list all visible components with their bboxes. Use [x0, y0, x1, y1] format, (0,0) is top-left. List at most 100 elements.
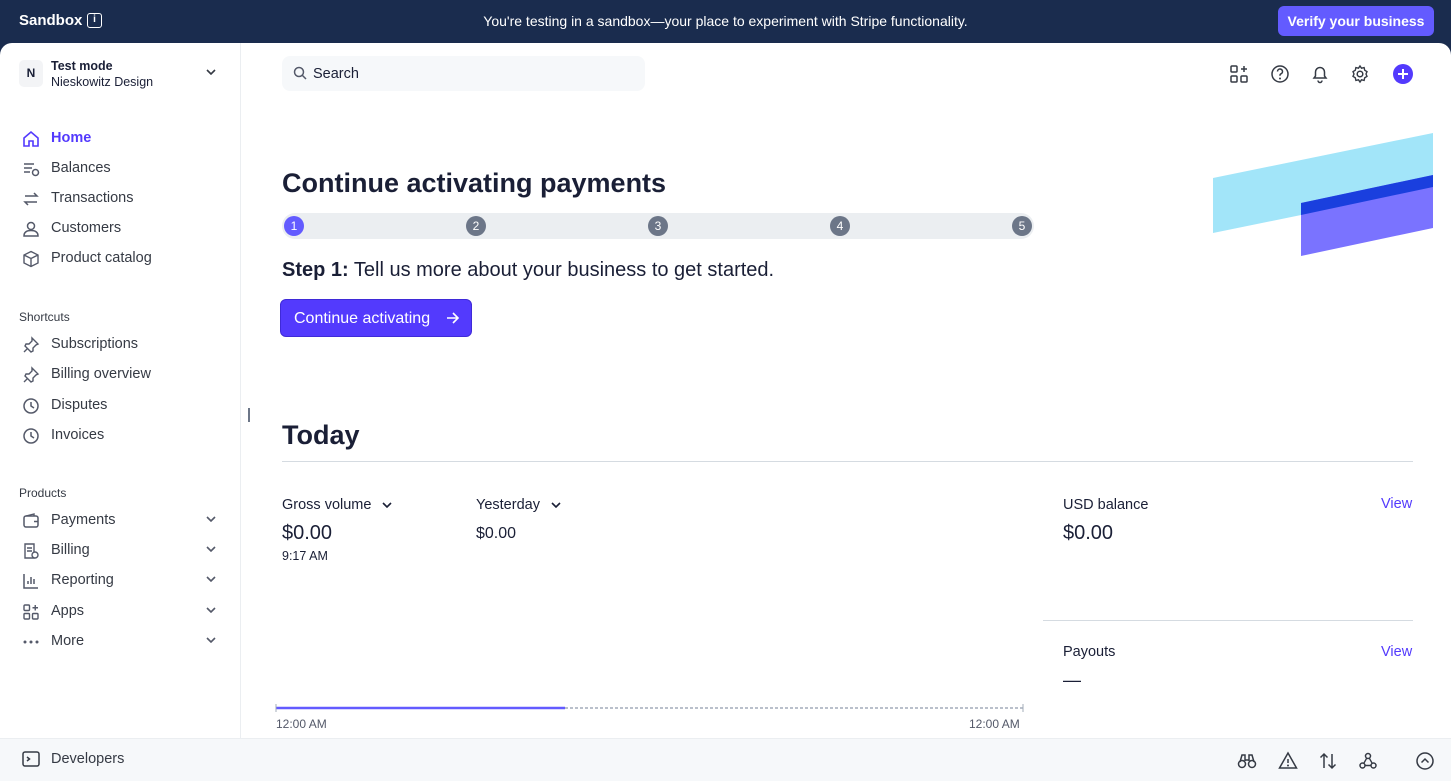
gear-icon[interactable]	[1350, 64, 1370, 84]
search-bar[interactable]	[282, 56, 645, 91]
apps-grid-icon[interactable]	[1229, 64, 1249, 84]
gross-volume-time: 9:17 AM	[282, 549, 328, 563]
clock-icon	[23, 398, 39, 414]
step-1: 1	[284, 216, 304, 236]
chevron-down-icon	[206, 607, 216, 613]
balances-icon	[24, 163, 40, 177]
activation-stepper: 1 2 3 4 5	[282, 213, 1034, 239]
sidebar-item-label: Payments	[51, 512, 116, 528]
chevron-down-icon	[206, 637, 216, 643]
sidebar-item-transactions[interactable]: Transactions	[19, 186, 224, 212]
divider	[1043, 620, 1413, 621]
sidebar-item-label: Product catalog	[51, 250, 152, 266]
verify-business-button[interactable]: Verify your business	[1278, 6, 1434, 36]
search-input[interactable]	[313, 56, 633, 91]
sidebar-item-label: Billing overview	[51, 366, 151, 382]
sandbox-message: You're testing in a sandbox—your place t…	[483, 13, 968, 29]
pin-icon	[23, 366, 40, 383]
usd-balance-label: USD balance	[1063, 497, 1149, 513]
step-3: 3	[648, 216, 668, 236]
step-4: 4	[830, 216, 850, 236]
step-2: 2	[466, 216, 486, 236]
chevron-down-icon	[382, 502, 393, 509]
webhooks-icon[interactable]	[1358, 751, 1378, 771]
compare-label: Yesterday	[476, 497, 540, 513]
developers-button[interactable]: Developers	[21, 749, 124, 774]
axis-start-label: 12:00 AM	[276, 717, 327, 731]
sidebar-item-label: Apps	[51, 603, 85, 619]
sidebar-item-product-catalog[interactable]: Product catalog	[19, 246, 224, 272]
gross-volume-value: $0.00	[282, 522, 333, 544]
sidebar-item-label: Billing	[51, 542, 90, 558]
sidebar-item-invoices[interactable]: Invoices	[19, 423, 224, 449]
chevron-down-icon	[206, 516, 216, 522]
product-catalog-icon	[23, 250, 39, 268]
compare-value: $0.00	[476, 525, 517, 542]
compare-selector[interactable]: Yesterday	[476, 497, 561, 513]
products-title: Products	[19, 486, 67, 500]
help-icon[interactable]	[1270, 64, 1290, 84]
chevron-down-icon	[206, 576, 216, 582]
sidebar-item-label: More	[51, 633, 85, 649]
arrow-right-icon	[447, 312, 460, 324]
sidebar-item-label: Balances	[51, 160, 111, 176]
sidebar-item-apps[interactable]: Apps	[19, 599, 224, 625]
account-avatar: N	[19, 60, 43, 87]
sidebar-item-balances[interactable]: Balances	[19, 156, 224, 182]
step-5: 5	[1012, 216, 1032, 236]
sidebar-item-subscriptions[interactable]: Subscriptions	[19, 332, 224, 358]
terminal-icon	[22, 751, 40, 767]
step-prefix: Step 1:	[282, 259, 349, 281]
chevron-up-icon[interactable]	[1415, 751, 1435, 771]
apps-icon	[23, 604, 39, 620]
sort-arrows-icon[interactable]	[1318, 751, 1338, 771]
shortcuts-title: Shortcuts	[19, 310, 70, 324]
sidebar-item-label: Disputes	[51, 397, 108, 413]
cta-label: Continue activating	[294, 310, 431, 327]
sidebar-item-label: Invoices	[51, 427, 105, 443]
gross-volume-selector[interactable]: Gross volume	[282, 497, 393, 513]
usd-balance-value: $0.00	[1063, 522, 1114, 544]
sidebar-item-billing[interactable]: Billing	[19, 538, 224, 564]
account-mode: Test mode	[51, 59, 113, 73]
billing-icon	[24, 543, 39, 559]
warning-icon[interactable]	[1278, 751, 1298, 771]
sandbox-banner: Sandbox i You're testing in a sandbox—yo…	[0, 0, 1451, 43]
plus-icon[interactable]	[1393, 64, 1413, 84]
sidebar-item-label: Reporting	[51, 572, 114, 588]
divider	[282, 461, 1413, 462]
payouts-view-link[interactable]: View	[1381, 644, 1412, 660]
usd-balance-view-link[interactable]: View	[1381, 496, 1412, 512]
search-icon	[293, 66, 307, 80]
account-switcher[interactable]: N Test mode Nieskowitz Design	[19, 59, 224, 89]
axis-end-label: 12:00 AM	[969, 717, 1020, 731]
payouts-label: Payouts	[1063, 644, 1116, 660]
bell-icon[interactable]	[1310, 64, 1330, 84]
activation-title: Continue activating payments	[282, 168, 667, 198]
sidebar: N Test mode Nieskowitz Design Home Balan…	[0, 43, 241, 738]
wallet-icon	[23, 513, 39, 528]
sidebar-item-customers[interactable]: Customers	[19, 216, 224, 242]
sidebar-item-payments[interactable]: Payments	[19, 508, 224, 534]
sidebar-item-label: Home	[51, 130, 92, 146]
sidebar-item-label: Transactions	[51, 190, 134, 206]
customers-icon	[23, 221, 39, 237]
transactions-icon	[23, 192, 39, 206]
clock-icon	[23, 428, 39, 444]
continue-activating-button[interactable]: Continue activating	[280, 299, 472, 337]
gross-volume-label: Gross volume	[282, 497, 372, 513]
chevron-down-icon	[551, 502, 561, 509]
sidebar-item-label: Subscriptions	[51, 336, 139, 352]
sidebar-item-reporting[interactable]: Reporting	[19, 568, 224, 594]
decorative-stripes	[1213, 133, 1433, 256]
sidebar-item-billing-overview[interactable]: Billing overview	[19, 362, 224, 388]
sidebar-item-disputes[interactable]: Disputes	[19, 393, 224, 419]
binoculars-icon[interactable]	[1237, 751, 1257, 771]
sidebar-item-home[interactable]: Home	[19, 126, 224, 152]
chevron-down-icon	[206, 69, 216, 75]
sidebar-item-more[interactable]: More	[19, 629, 224, 655]
payouts-value: —	[1063, 670, 1081, 690]
step-text: Tell us more about your business to get …	[348, 259, 775, 281]
reporting-icon	[23, 574, 38, 589]
more-icon	[23, 640, 39, 644]
